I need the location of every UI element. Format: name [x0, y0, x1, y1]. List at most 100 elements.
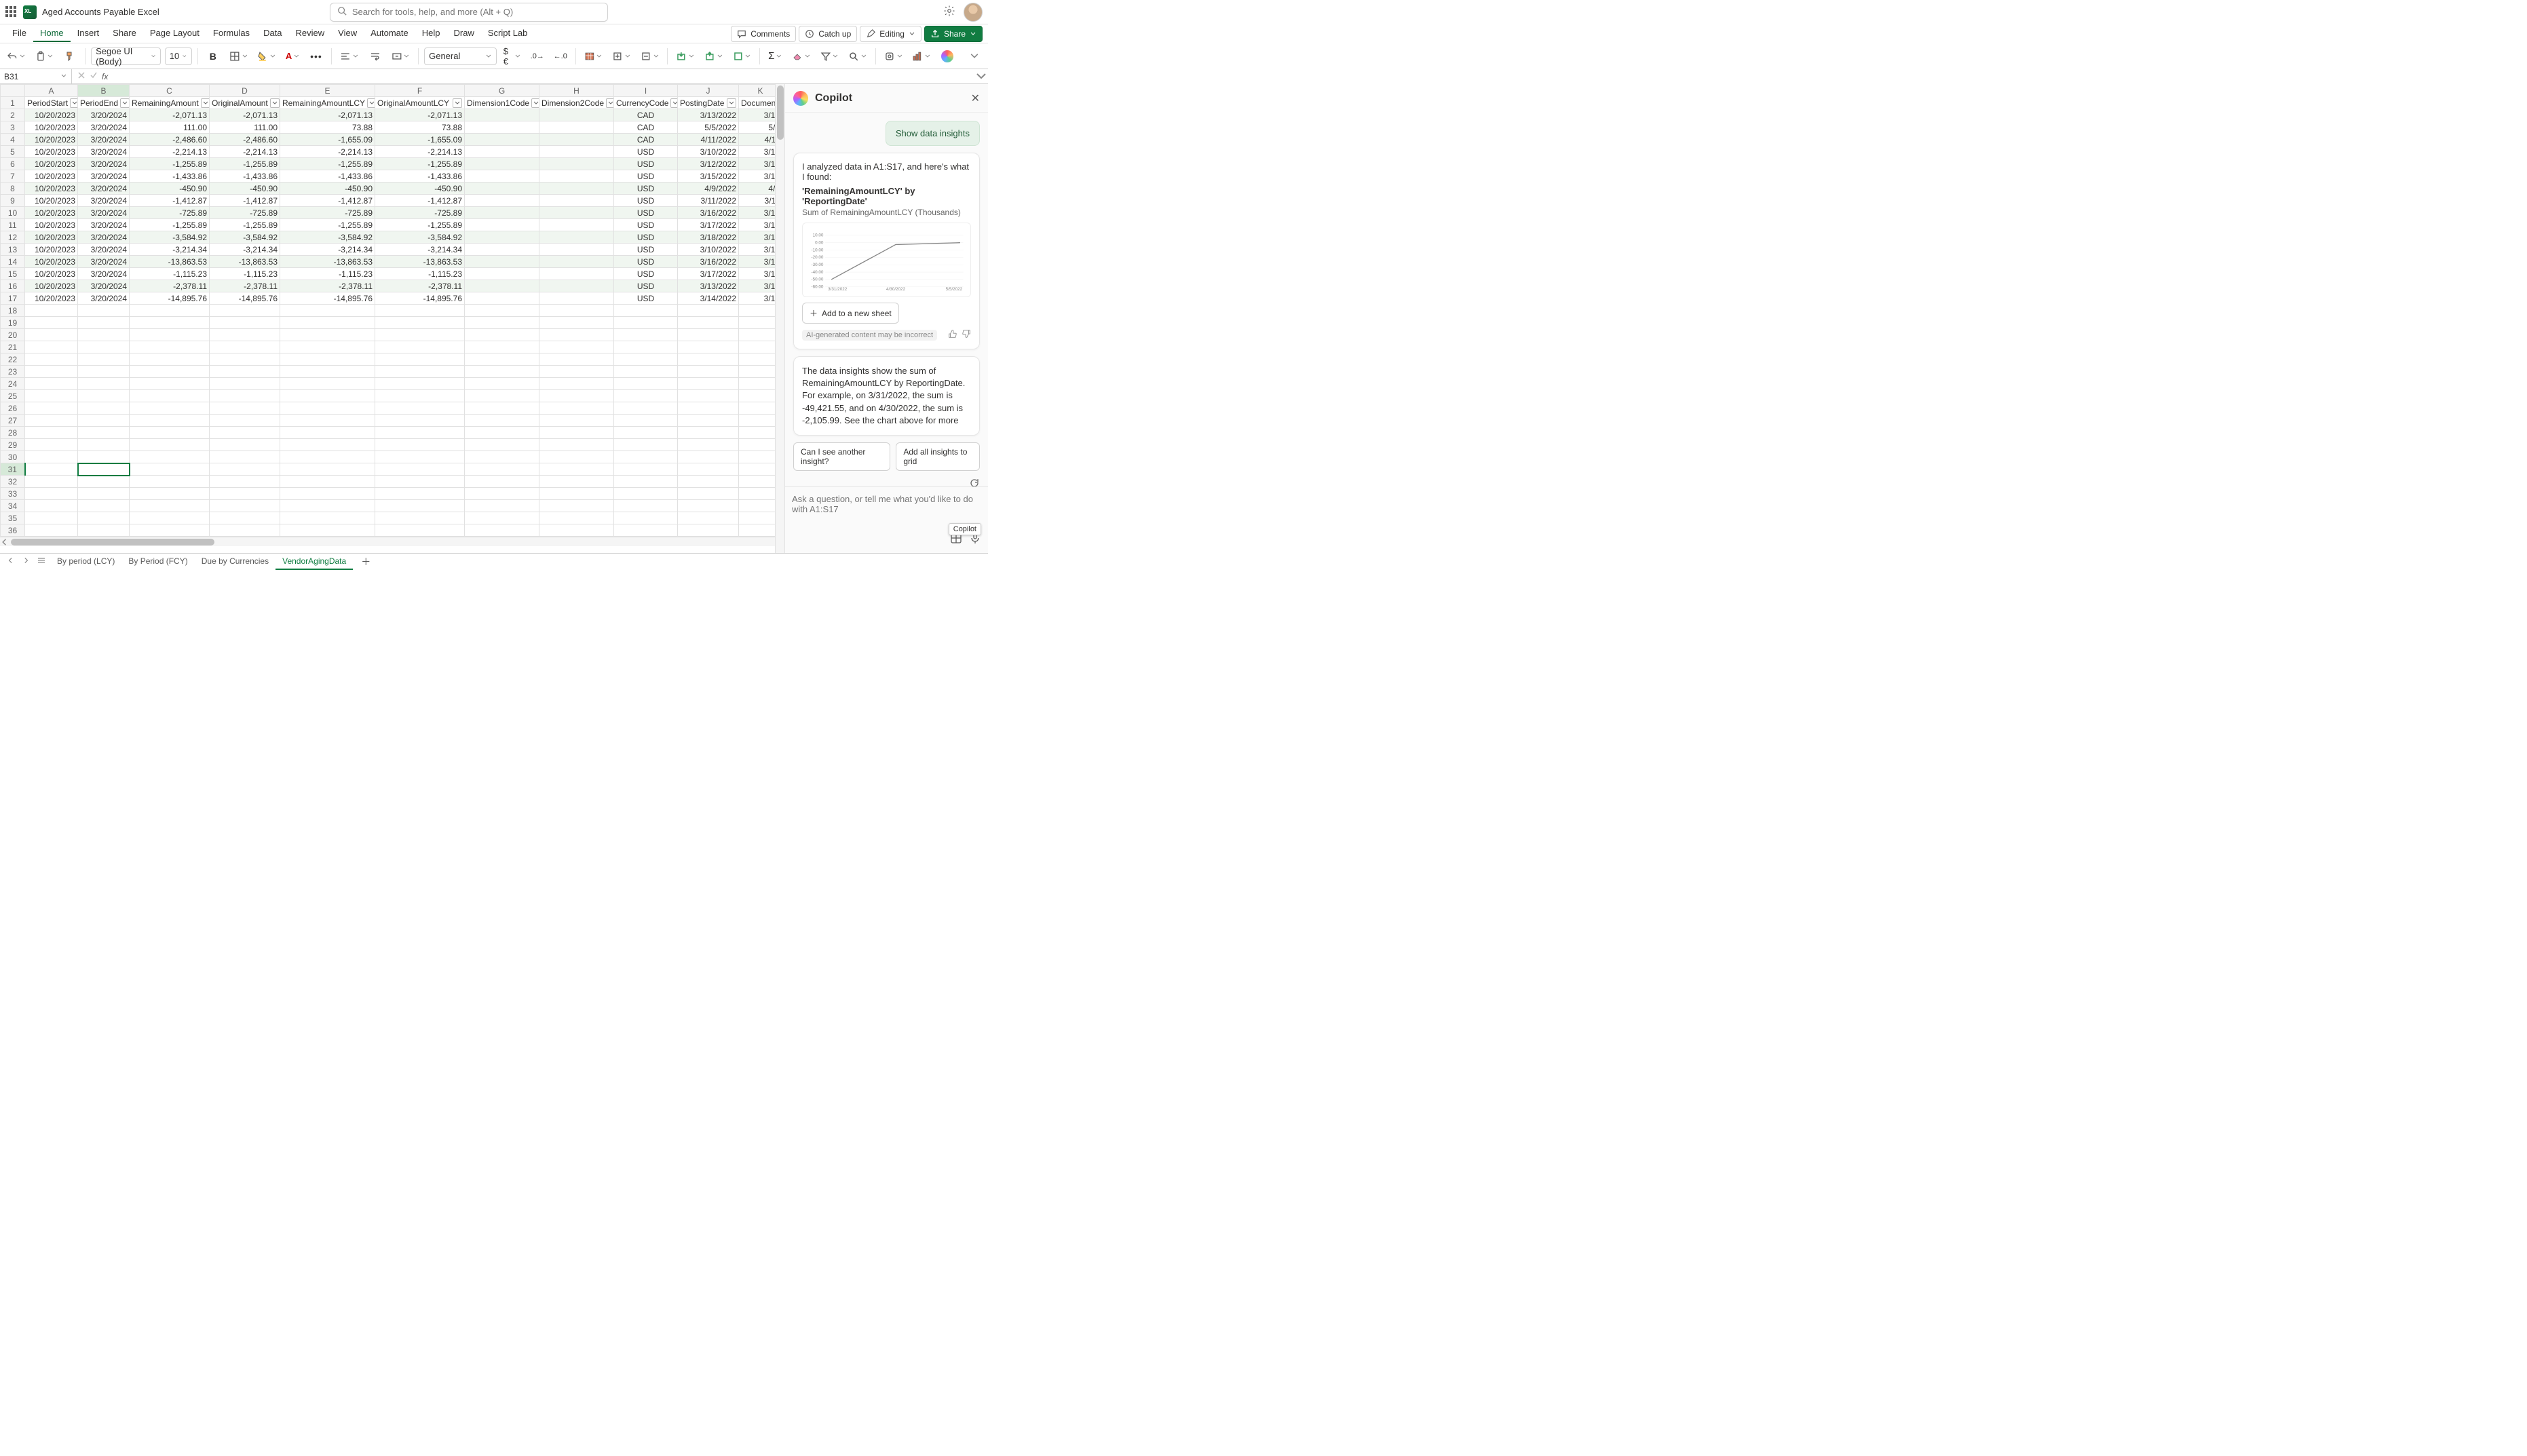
- cell[interactable]: 3/15/2022: [678, 170, 739, 183]
- cell[interactable]: [210, 512, 280, 524]
- filter-dropdown-icon[interactable]: [670, 98, 677, 108]
- copilot-close-button[interactable]: ✕: [971, 92, 980, 105]
- row-header[interactable]: 16: [1, 280, 25, 292]
- cell[interactable]: [130, 488, 210, 500]
- font-size-combo[interactable]: 10: [165, 47, 192, 65]
- menu-item-draw[interactable]: Draw: [447, 25, 481, 42]
- cell[interactable]: [465, 317, 539, 329]
- row-header[interactable]: 13: [1, 244, 25, 256]
- cell[interactable]: 10/20/2023: [25, 183, 78, 195]
- col-header-A[interactable]: A: [25, 85, 78, 97]
- cell[interactable]: -3,584.92: [130, 231, 210, 244]
- cell[interactable]: [539, 378, 614, 390]
- cell[interactable]: [210, 451, 280, 463]
- catch-up-button[interactable]: Catch up: [799, 26, 857, 42]
- decrease-decimal-button[interactable]: ←.0: [551, 47, 570, 66]
- cell[interactable]: [78, 512, 130, 524]
- filter-dropdown-icon[interactable]: [367, 98, 375, 108]
- cell[interactable]: [465, 463, 539, 476]
- col-header-J[interactable]: J: [678, 85, 739, 97]
- cell[interactable]: [78, 463, 130, 476]
- cell[interactable]: [25, 427, 78, 439]
- cell[interactable]: [678, 329, 739, 341]
- cell[interactable]: [280, 439, 375, 451]
- cell[interactable]: [210, 402, 280, 415]
- cell[interactable]: [539, 317, 614, 329]
- cell[interactable]: [678, 415, 739, 427]
- cell[interactable]: [678, 402, 739, 415]
- cell[interactable]: [678, 524, 739, 537]
- vscroll-thumb[interactable]: [777, 85, 784, 140]
- cell[interactable]: [678, 500, 739, 512]
- menu-item-home[interactable]: Home: [33, 25, 71, 42]
- spreadsheet-grid[interactable]: ABCDEFGHIJK1PeriodStartPeriodEndRemainin…: [0, 84, 784, 553]
- cell[interactable]: 10/20/2023: [25, 121, 78, 134]
- cell[interactable]: [539, 134, 614, 146]
- cell[interactable]: -1,412.87: [375, 195, 465, 207]
- add-to-sheet-button[interactable]: ＋ Add to a new sheet: [802, 303, 899, 324]
- filter-dropdown-icon[interactable]: [120, 98, 129, 108]
- cell[interactable]: [465, 451, 539, 463]
- row-header[interactable]: 17: [1, 292, 25, 305]
- cell[interactable]: [280, 366, 375, 378]
- cell[interactable]: 111.00: [130, 121, 210, 134]
- table-header-cell[interactable]: PeriodStart: [25, 97, 78, 109]
- cell[interactable]: -13,863.53: [130, 256, 210, 268]
- cell[interactable]: [375, 439, 465, 451]
- cell[interactable]: -1,115.23: [210, 268, 280, 280]
- table-header-cell[interactable]: PeriodEnd: [78, 97, 130, 109]
- document-title[interactable]: Aged Accounts Payable Excel: [42, 7, 159, 17]
- undo-button[interactable]: [4, 47, 28, 66]
- row-header[interactable]: 21: [1, 341, 25, 353]
- hscroll-thumb[interactable]: [11, 539, 214, 545]
- cell[interactable]: [280, 341, 375, 353]
- cell[interactable]: -3,584.92: [375, 231, 465, 244]
- cell[interactable]: [78, 353, 130, 366]
- cell[interactable]: -13,863.53: [375, 256, 465, 268]
- cell[interactable]: [614, 402, 678, 415]
- find-button[interactable]: [846, 47, 870, 66]
- table-header-cell[interactable]: RemainingAmount: [130, 97, 210, 109]
- cell[interactable]: USD: [614, 170, 678, 183]
- cell[interactable]: 3/20/2024: [78, 158, 130, 170]
- cell[interactable]: [25, 341, 78, 353]
- cell[interactable]: [280, 317, 375, 329]
- cell[interactable]: [465, 292, 539, 305]
- cell[interactable]: USD: [614, 268, 678, 280]
- cell[interactable]: [25, 366, 78, 378]
- cell[interactable]: [130, 317, 210, 329]
- cell[interactable]: [375, 402, 465, 415]
- vertical-scrollbar[interactable]: [775, 84, 784, 553]
- cell[interactable]: CAD: [614, 109, 678, 121]
- cell[interactable]: -2,378.11: [375, 280, 465, 292]
- copilot-ribbon-button[interactable]: [938, 47, 957, 66]
- cell[interactable]: 3/20/2024: [78, 207, 130, 219]
- cell[interactable]: [539, 121, 614, 134]
- cell[interactable]: -2,214.13: [280, 146, 375, 158]
- cell[interactable]: [130, 415, 210, 427]
- cell[interactable]: -1,255.89: [375, 158, 465, 170]
- cell[interactable]: USD: [614, 231, 678, 244]
- cell[interactable]: [465, 329, 539, 341]
- row-header[interactable]: 8: [1, 183, 25, 195]
- cell[interactable]: [375, 329, 465, 341]
- font-color-button[interactable]: A: [283, 47, 303, 66]
- cell[interactable]: [614, 329, 678, 341]
- cell[interactable]: 3/20/2024: [78, 109, 130, 121]
- cell[interactable]: [465, 378, 539, 390]
- autosum-button[interactable]: Σ: [765, 47, 785, 66]
- user-avatar[interactable]: [964, 3, 983, 22]
- format-button[interactable]: [730, 47, 755, 66]
- cell[interactable]: [78, 524, 130, 537]
- cell[interactable]: [375, 488, 465, 500]
- cell[interactable]: [375, 317, 465, 329]
- cell[interactable]: -2,214.13: [210, 146, 280, 158]
- table-header-cell[interactable]: Dimension1Code: [465, 97, 539, 109]
- cell[interactable]: [78, 378, 130, 390]
- table-header-cell[interactable]: OriginalAmountLCY: [375, 97, 465, 109]
- row-header[interactable]: 15: [1, 268, 25, 280]
- cell[interactable]: USD: [614, 280, 678, 292]
- cell[interactable]: [465, 415, 539, 427]
- cell[interactable]: [280, 390, 375, 402]
- cell[interactable]: [678, 390, 739, 402]
